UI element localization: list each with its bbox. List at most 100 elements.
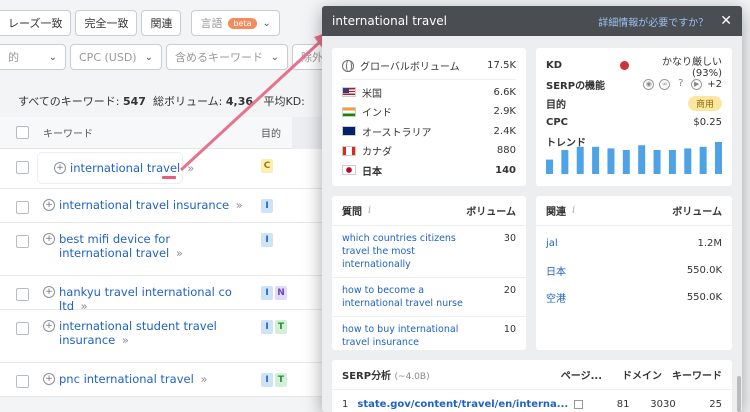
keyword-overview-popup: international travel 詳細情報が必要ですか？ ✕ グローバル… [322, 6, 742, 412]
intent-dropdown[interactable]: 的 ⌄ [0, 44, 66, 70]
related-volume: 1.2M [697, 238, 722, 249]
add-keyword-icon[interactable]: + [43, 199, 55, 211]
more-info-link[interactable]: 詳細情報が必要ですか？ [598, 14, 708, 29]
row-checkbox[interactable] [16, 375, 29, 388]
double-chevron-icon[interactable]: » [81, 299, 88, 313]
trend-bar [668, 150, 676, 174]
question-row: how to buy international travel insuranc… [332, 317, 526, 356]
country-name: インド [362, 108, 392, 120]
location-icon: ◉ [643, 79, 655, 90]
chevron-down-icon: ⌄ [270, 51, 279, 63]
country-volume: 140 [495, 164, 516, 176]
question-volume: 30 [503, 233, 516, 244]
add-keyword-icon[interactable]: + [43, 286, 55, 298]
serp-keywords-value: 25 [709, 398, 722, 410]
questions-header: 質問 i ボリューム [332, 196, 526, 226]
info-icon[interactable]: i [572, 205, 575, 216]
select-all-checkbox[interactable] [16, 126, 29, 139]
kd-value: かなり厳しい (93%) [662, 56, 722, 79]
keyword-link[interactable]: + best mifi device for international trav… [43, 232, 243, 260]
intent-badge: I [261, 373, 273, 387]
serp-url-link[interactable]: state.gov/content/travel/en/interna... [357, 399, 568, 410]
double-chevron-icon[interactable]: » [122, 333, 129, 347]
table-row: + international student travel insurance … [0, 310, 330, 363]
serp-more-count[interactable]: +2 [707, 79, 722, 90]
row-checkbox[interactable] [16, 161, 29, 174]
question-volume: 20 [503, 285, 516, 296]
info-icon[interactable]: i [368, 205, 371, 216]
scrollbar[interactable] [737, 376, 741, 412]
column-header-intent[interactable]: 目的 [261, 125, 281, 140]
keyword-text: best mifi device for international trave… [59, 232, 183, 260]
question-volume: 10 [503, 324, 516, 335]
double-chevron-icon[interactable]: » [236, 198, 243, 212]
total-volume-value: 4,36 [225, 95, 253, 108]
add-keyword-icon[interactable]: + [43, 233, 55, 245]
serp-domain-value: 3030 [650, 398, 676, 410]
question-link[interactable]: how to buy international travel insuranc… [342, 323, 486, 349]
keyword-link[interactable]: + hankyu travel international co ltd » [43, 285, 243, 313]
serp-row: 1 state.gov/content/travel/en/interna...… [332, 390, 732, 412]
intent-badge: T [275, 320, 287, 334]
intent-badge: I [261, 199, 273, 213]
exact-match-button[interactable]: 完全一致 [75, 10, 138, 36]
include-keywords-dropdown[interactable]: 含めるキーワード ⌄ [166, 44, 288, 70]
row-checkbox[interactable] [16, 201, 29, 214]
serp-features-label: SERPの機能 [546, 81, 606, 92]
serp-col-page: ページ... [560, 371, 602, 382]
row-checkbox[interactable] [16, 322, 29, 335]
country-name: 米国 [362, 88, 382, 100]
related-keyword-link[interactable]: jal [546, 238, 697, 249]
country-volume-row: インド 2.9K [342, 102, 516, 122]
question-link[interactable]: which countries citizens travel the most… [342, 232, 486, 271]
all-keywords-label: すべてのキーワード: [18, 95, 120, 108]
phrase-match-button[interactable]: レーズ一致 [0, 10, 72, 36]
double-chevron-icon[interactable]: » [200, 372, 207, 386]
all-keywords-value: 547 [123, 95, 146, 108]
kd-row: KD かなり厳しい (93%) [546, 56, 722, 79]
trend-bar [684, 148, 692, 174]
language-dropdown[interactable]: 言語 beta ⌄ [191, 10, 280, 36]
keyword-link[interactable]: + international travel insurance » [43, 198, 243, 212]
serp-analysis-card: SERP分析 (~4.0B) ページ... ドメイン キーワード 1 state… [332, 360, 732, 412]
keyword-text: pnc international travel » [59, 372, 208, 386]
keyword-link[interactable]: + pnc international travel » [43, 372, 243, 386]
intent-badge: I [261, 233, 273, 247]
related-match-label: 関連 [150, 17, 173, 30]
add-keyword-icon[interactable]: + [43, 320, 55, 332]
cpc-dropdown-label: CPC (USD) [79, 50, 137, 64]
add-keyword-icon[interactable]: + [43, 373, 55, 385]
keyword-link[interactable]: + international student travel insurance … [43, 319, 243, 347]
country-name: 日本 [362, 166, 382, 178]
country-volume: 2.9K [493, 106, 516, 118]
keyword-stats: すべてのキーワード: 547 総ボリューム: 4,36 平均KD: [18, 93, 305, 109]
row-checkbox[interactable] [16, 235, 29, 248]
secondary-filter-bar: 的 ⌄ CPC (USD) ⌄ 含めるキーワード ⌄ 除外 [0, 44, 332, 70]
cpc-dropdown[interactable]: CPC (USD) ⌄ [70, 44, 162, 70]
jp-flag-icon [342, 165, 356, 176]
intent-dropdown-label: 的 [8, 51, 19, 64]
double-chevron-icon[interactable]: » [176, 246, 183, 260]
close-icon[interactable]: ✕ [720, 13, 732, 29]
related-keyword-link[interactable]: 空港 [546, 290, 687, 305]
row-checkbox[interactable] [16, 288, 29, 301]
trend-bar [715, 142, 722, 174]
global-volume-row: グローバルボリューム 17.5K [342, 56, 516, 76]
related-match-button[interactable]: 関連 [141, 10, 182, 36]
table-header: キーワード 目的 [0, 117, 330, 149]
question-link[interactable]: how to become a international travel nur… [342, 284, 486, 310]
highlighted-keyword-link[interactable]: + international travel » [54, 161, 194, 175]
intent-badge: I [261, 320, 273, 334]
add-keyword-icon[interactable]: + [54, 162, 66, 174]
trend-bar [592, 146, 600, 174]
table-row: + hankyu travel international co ltd » I N [0, 276, 330, 313]
question-row: how to become a international travel nur… [332, 278, 526, 317]
column-header-keyword[interactable]: キーワード [43, 125, 243, 140]
double-chevron-icon[interactable]: » [187, 161, 194, 175]
country-volume-row: 米国 6.6K [342, 83, 516, 103]
serp-count: (~4.0B) [394, 372, 430, 382]
related-keyword-link[interactable]: 日本 [546, 263, 687, 278]
external-link-icon[interactable] [574, 399, 584, 409]
include-keywords-label: 含めるキーワード [175, 51, 263, 64]
trend-chart [546, 142, 722, 174]
